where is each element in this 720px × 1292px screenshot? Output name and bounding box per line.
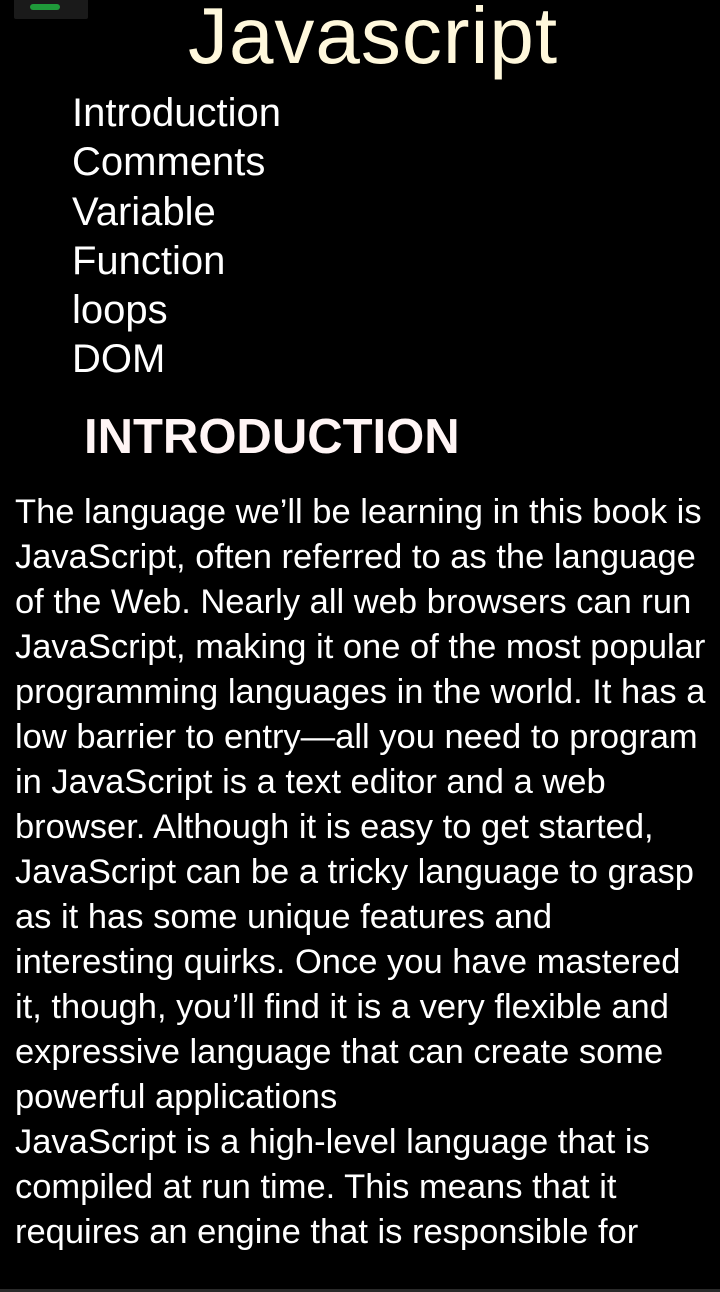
table-of-contents: Introduction Comments Variable Function … [72, 89, 281, 385]
section-heading: INTRODUCTION [84, 410, 460, 464]
article-body: The language we’ll be learning in this b… [15, 490, 715, 1255]
toc-link-variable[interactable]: Variable [72, 188, 281, 237]
toc-link-loops[interactable]: loops [72, 286, 281, 335]
toc-link-dom[interactable]: DOM [72, 335, 281, 384]
paragraph: The language we’ll be learning in this b… [15, 493, 706, 1116]
toc-link-introduction[interactable]: Introduction [72, 89, 281, 138]
toc-link-function[interactable]: Function [72, 237, 281, 286]
paragraph: JavaScript is a high-level language that… [15, 1123, 650, 1251]
page-title: Javascript [187, 0, 559, 80]
toc-link-comments[interactable]: Comments [72, 138, 281, 187]
